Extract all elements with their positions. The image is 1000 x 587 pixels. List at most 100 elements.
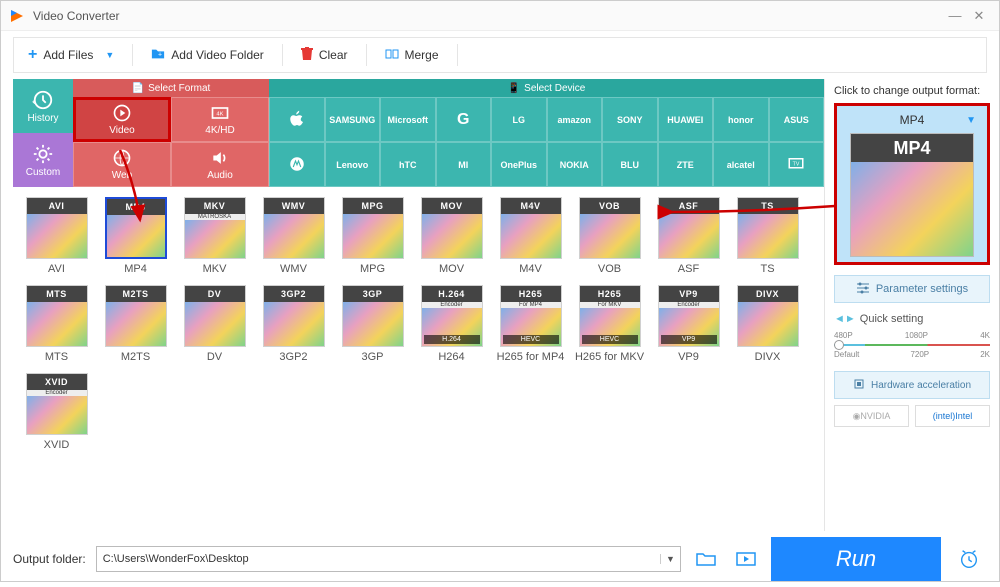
quality-slider[interactable]: 480P1080P4K Default720P2K xyxy=(834,331,990,359)
device-brand-tv[interactable]: TV xyxy=(769,142,825,187)
output-path-input[interactable] xyxy=(97,553,660,565)
device-brand-honor[interactable]: honor xyxy=(713,97,769,142)
add-files-label: Add Files xyxy=(43,48,93,62)
app-title: Video Converter xyxy=(33,9,943,23)
footer-bar: Output folder: ▼ Run xyxy=(13,531,987,587)
parameter-settings-button[interactable]: Parameter settings xyxy=(834,275,990,303)
path-dropdown-icon[interactable]: ▼ xyxy=(660,554,680,564)
format-mts[interactable]: MTSMTS xyxy=(17,285,96,363)
merge-icon xyxy=(385,47,399,64)
output-path-box: ▼ xyxy=(96,546,681,572)
format-mpg[interactable]: MPGMPG xyxy=(333,197,412,275)
output-format-box[interactable]: MP4 ▼ MP4 xyxy=(834,103,990,265)
history-label: History xyxy=(27,113,58,124)
custom-tab[interactable]: Custom xyxy=(13,133,73,187)
merge-button[interactable]: Merge xyxy=(371,38,453,72)
device-brand-oneplus[interactable]: OnePlus xyxy=(491,142,547,187)
device-brand-apple[interactable] xyxy=(269,97,325,142)
clear-label: Clear xyxy=(319,48,348,62)
device-brand-g[interactable]: G xyxy=(436,97,492,142)
format-mp4[interactable]: MP4MP4 xyxy=(96,197,175,275)
speaker-icon xyxy=(210,148,230,168)
format-3gp2[interactable]: 3GP23GP2 xyxy=(254,285,333,363)
video-folder-button[interactable] xyxy=(731,546,761,572)
format-vob[interactable]: VOBVOB xyxy=(570,197,649,275)
4k-icon: 4K xyxy=(210,103,230,123)
format-cat-4khd[interactable]: 4K4K/HD xyxy=(171,97,269,142)
add-files-button[interactable]: + Add Files ▼ xyxy=(14,38,128,72)
device-brand-huawei[interactable]: HUAWEI xyxy=(658,97,714,142)
format-grid: AVIAVIMP4MP4MKVMATROSKAMKVWMVWMVMPGMPGMO… xyxy=(1,187,824,531)
device-brand-microsoft[interactable]: Microsoft xyxy=(380,97,436,142)
format-ts[interactable]: TSTS xyxy=(728,197,807,275)
merge-label: Merge xyxy=(405,48,439,62)
format-mov[interactable]: MOVMOV xyxy=(412,197,491,275)
output-format-label: MP4 xyxy=(900,113,925,127)
format-asf[interactable]: ASFASF xyxy=(649,197,728,275)
svg-text:TV: TV xyxy=(793,161,800,167)
format-dv[interactable]: DVDV xyxy=(175,285,254,363)
quick-setting-section: ◄► Quick setting 480P1080P4K Default720P… xyxy=(834,313,990,359)
format-m4v[interactable]: M4VM4V xyxy=(491,197,570,275)
format-mkv[interactable]: MKVMATROSKAMKV xyxy=(175,197,254,275)
history-tab[interactable]: History xyxy=(13,79,73,133)
caret-down-icon[interactable]: ▼ xyxy=(105,50,114,60)
moto-icon xyxy=(287,154,307,174)
schedule-button[interactable] xyxy=(951,541,987,577)
toolbar-separator xyxy=(132,44,133,66)
format-cat-web[interactable]: Web xyxy=(73,142,171,187)
run-button[interactable]: Run xyxy=(771,537,941,581)
output-thumb: MP4 xyxy=(850,133,974,257)
output-dropdown-icon[interactable]: ▼ xyxy=(966,115,976,126)
play-icon xyxy=(112,103,132,123)
device-brand-zte[interactable]: ZTE xyxy=(658,142,714,187)
device-brand-sony[interactable]: SONY xyxy=(602,97,658,142)
clear-button[interactable]: Clear xyxy=(287,38,362,72)
select-format-header: 📄 Select Format xyxy=(73,79,269,97)
format-m2ts[interactable]: M2TSM2TS xyxy=(96,285,175,363)
chip-icon xyxy=(853,378,865,393)
device-brand-lg[interactable]: LG xyxy=(491,97,547,142)
title-bar: Video Converter — ✕ xyxy=(1,1,999,31)
open-folder-button[interactable] xyxy=(691,546,721,572)
close-button[interactable]: ✕ xyxy=(967,4,991,28)
format-vp9[interactable]: VP9EncoderVP9VP9 xyxy=(649,285,728,363)
folder-plus-icon: + xyxy=(151,47,165,64)
minimize-button[interactable]: — xyxy=(943,4,967,28)
globe-icon xyxy=(112,148,132,168)
device-brand-htc[interactable]: hTC xyxy=(380,142,436,187)
device-brand-samsung[interactable]: SAMSUNG xyxy=(325,97,381,142)
plus-icon: + xyxy=(28,46,37,64)
format-h264[interactable]: H.264EncoderH.264H264 xyxy=(412,285,491,363)
trash-icon xyxy=(301,47,313,64)
apple-icon xyxy=(287,109,307,129)
device-brand-moto[interactable] xyxy=(269,142,325,187)
add-folder-button[interactable]: + Add Video Folder xyxy=(137,38,278,72)
device-brand-mi[interactable]: MI xyxy=(436,142,492,187)
side-tabs: History Custom xyxy=(13,79,73,187)
intel-badge: (intel) Intel xyxy=(915,405,990,427)
format-h265-for-mp4[interactable]: H265For MP4HEVCH265 for MP4 xyxy=(491,285,570,363)
format-h265-for-mkv[interactable]: H265For MKVHEVCH265 for MKV xyxy=(570,285,649,363)
device-brand-nokia[interactable]: NOKIA xyxy=(547,142,603,187)
hardware-accel-button[interactable]: Hardware acceleration xyxy=(834,371,990,399)
select-device-header: 📱 Select Device xyxy=(269,79,824,97)
format-wmv[interactable]: WMVWMV xyxy=(254,197,333,275)
device-brand-alcatel[interactable]: alcatel xyxy=(713,142,769,187)
format-cat-video[interactable]: Video xyxy=(73,97,171,142)
device-brand-lenovo[interactable]: Lenovo xyxy=(325,142,381,187)
device-brand-blu[interactable]: BLU xyxy=(602,142,658,187)
format-divx[interactable]: DIVXDIVX xyxy=(728,285,807,363)
toolbar-separator xyxy=(282,44,283,66)
format-avi[interactable]: AVIAVI xyxy=(17,197,96,275)
format-3gp[interactable]: 3GP3GP xyxy=(333,285,412,363)
device-brand-asus[interactable]: ASUS xyxy=(769,97,825,142)
device-brands: SAMSUNGMicrosoftGLGamazonSONYHUAWEIhonor… xyxy=(269,97,824,187)
app-logo-icon xyxy=(9,8,25,24)
format-cat-audio[interactable]: Audio xyxy=(171,142,269,187)
main-toolbar: + Add Files ▼ + Add Video Folder Clear M… xyxy=(13,37,987,73)
toolbar-separator xyxy=(366,44,367,66)
toolbar-separator xyxy=(457,44,458,66)
device-brand-amazon[interactable]: amazon xyxy=(547,97,603,142)
format-xvid[interactable]: XVIDEncoderXVID xyxy=(17,373,96,451)
